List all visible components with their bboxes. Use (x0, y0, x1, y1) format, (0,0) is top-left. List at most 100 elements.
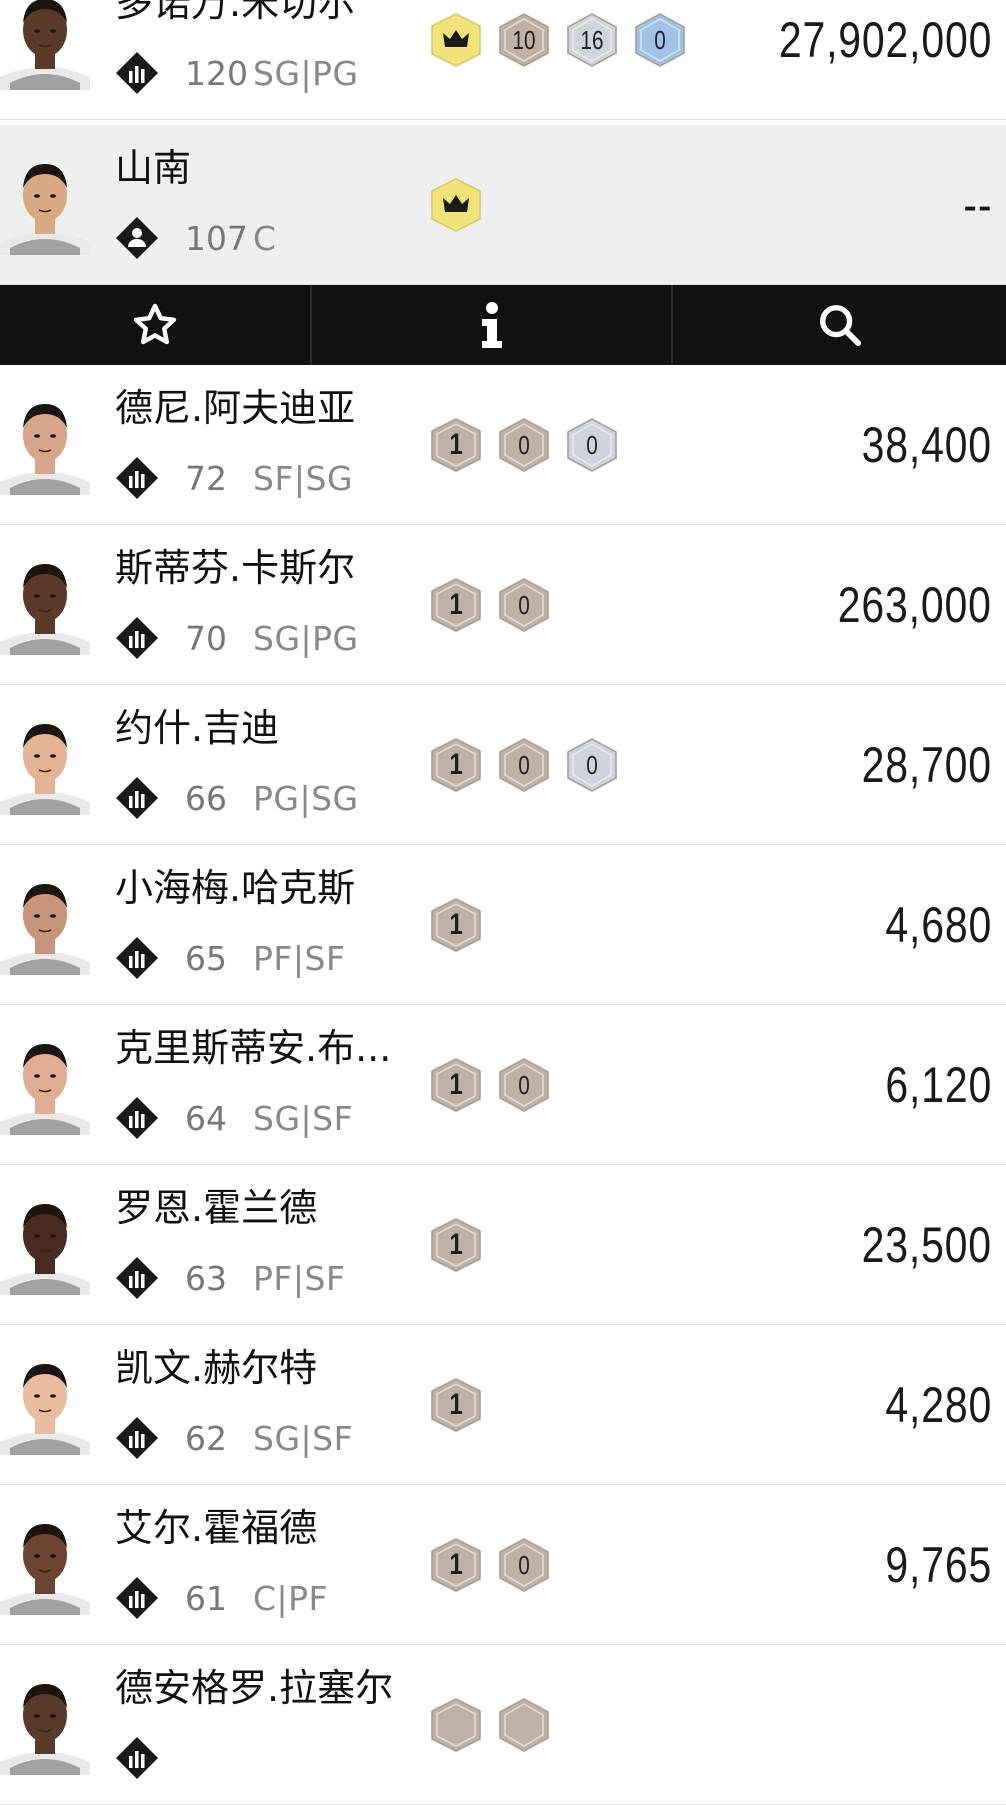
player-overall: 63 (185, 1258, 227, 1298)
bar-chart-icon (116, 1577, 158, 1619)
player-avatar (0, 870, 90, 975)
bar-chart-icon (116, 1097, 158, 1139)
player-avatar (0, 1030, 90, 1135)
player-price: 4,280 (885, 1376, 992, 1433)
player-name: 凯文.赫尔特 (115, 1346, 318, 1390)
player-row[interactable]: 德安格罗.拉塞尔 (0, 1645, 1006, 1805)
person-icon (116, 217, 158, 259)
bronze-badge: 0 (496, 577, 552, 633)
player-row[interactable]: 斯蒂芬.卡斯尔 70 SG|PG 1 0 263,000 (0, 525, 1006, 685)
player-row[interactable]: 德尼.阿夫迪亚 72 SF|SG 1 0 0 38,400 (0, 365, 1006, 525)
player-row[interactable]: 山南 107 C -- (0, 125, 1006, 285)
bar-chart-icon (116, 937, 158, 979)
player-meta: 70 SG|PG (115, 613, 359, 663)
player-position: SG|PG (253, 618, 359, 658)
badge-group (428, 177, 496, 233)
player-position: C (253, 218, 277, 258)
player-meta: 107 C (115, 213, 277, 263)
silver-badge: 16 (564, 12, 620, 68)
player-price: 23,500 (861, 1216, 992, 1273)
tier1-badge: 1 (428, 897, 484, 953)
action-toolbar (0, 285, 1006, 365)
player-overall: 65 (185, 938, 227, 978)
search-button[interactable] (673, 285, 1006, 365)
player-meta: 63 PF|SF (115, 1253, 345, 1303)
player-meta: 65 PF|SF (115, 933, 345, 983)
player-price: 263,000 (838, 576, 992, 633)
player-name: 德安格罗.拉塞尔 (115, 1666, 394, 1710)
player-overall: 64 (185, 1098, 227, 1138)
player-overall: 70 (185, 618, 227, 658)
player-position: PF|SF (253, 938, 346, 978)
bar-chart-icon (116, 1417, 158, 1459)
player-name: 斯蒂芬.卡斯尔 (115, 546, 356, 590)
player-position: PF|SF (253, 1258, 346, 1298)
player-row[interactable]: 多诺万.米切尔 120 SG|PG 10 16 0 27,902,000 (0, 0, 1006, 120)
tier1-badge: 1 (428, 737, 484, 793)
player-meta: 120 SG|PG (115, 48, 359, 98)
bronze-badge: 0 (496, 1537, 552, 1593)
player-price: 6,120 (885, 1056, 992, 1113)
favorite-button[interactable] (0, 285, 312, 365)
tier1-badge: 1 (428, 577, 484, 633)
tier1-badge: 1 (428, 1057, 484, 1113)
info-icon (481, 302, 502, 348)
player-overall: 62 (185, 1418, 227, 1458)
bronze-badge: 0 (496, 1057, 552, 1113)
player-avatar (0, 1190, 90, 1295)
player-avatar (0, 1510, 90, 1615)
bronze-badge (496, 1697, 552, 1753)
badge-group (428, 1697, 564, 1753)
player-name: 约什.吉迪 (115, 706, 280, 750)
player-name: 德尼.阿夫迪亚 (115, 386, 356, 430)
player-meta: 66 PG|SG (115, 773, 359, 823)
player-row[interactable]: 凯文.赫尔特 62 SG|SF 1 4,280 (0, 1325, 1006, 1485)
player-name: 克里斯蒂安.布... (115, 1026, 392, 1070)
bar-chart-icon (116, 617, 158, 659)
player-price: 28,700 (861, 736, 992, 793)
blue-badge: 0 (632, 12, 688, 68)
player-position: PG|SG (253, 778, 359, 818)
player-meta: 64 SG|SF (115, 1093, 353, 1143)
bar-chart-icon (116, 777, 158, 819)
badge-group: 10 16 0 (428, 12, 700, 68)
player-row[interactable]: 约什.吉迪 66 PG|SG 1 0 0 28,700 (0, 685, 1006, 845)
info-button[interactable] (312, 285, 673, 365)
player-meta: 72 SF|SG (115, 453, 353, 503)
player-row[interactable]: 罗恩.霍兰德 63 PF|SF 1 23,500 (0, 1165, 1006, 1325)
player-meta: 62 SG|SF (115, 1413, 353, 1463)
bar-chart-icon (116, 457, 158, 499)
player-meta: 61 C|PF (115, 1573, 328, 1623)
tier1-badge: 1 (428, 1377, 484, 1433)
player-name: 多诺万.米切尔 (115, 0, 356, 25)
player-overall: 72 (185, 458, 227, 498)
badge-group: 1 (428, 1217, 496, 1273)
bar-chart-icon (116, 1257, 158, 1299)
player-overall: 120 (185, 53, 248, 93)
player-overall: 61 (185, 1578, 227, 1618)
player-meta (115, 1733, 253, 1783)
player-price: 27,902,000 (778, 11, 992, 68)
badge-group: 1 0 (428, 1057, 564, 1113)
badge-group: 1 0 0 (428, 737, 632, 793)
player-name: 山南 (115, 146, 192, 190)
bar-chart-icon (116, 52, 158, 94)
player-row[interactable]: 艾尔.霍福德 61 C|PF 1 0 9,765 (0, 1485, 1006, 1645)
player-avatar (0, 550, 90, 655)
player-overall: 66 (185, 778, 227, 818)
silver-badge: 0 (564, 417, 620, 473)
badge-group: 1 0 (428, 1537, 564, 1593)
badge-group: 1 (428, 1377, 496, 1433)
player-row[interactable]: 小海梅.哈克斯 65 PF|SF 1 4,680 (0, 845, 1006, 1005)
player-position: SG|SF (253, 1098, 354, 1138)
crown-badge-icon (428, 177, 484, 233)
player-avatar (0, 0, 90, 90)
player-row[interactable]: 克里斯蒂安.布... 64 SG|SF 1 0 6,120 (0, 1005, 1006, 1165)
player-avatar (0, 1670, 90, 1775)
player-price: -- (963, 176, 992, 233)
player-name: 小海梅.哈克斯 (115, 866, 356, 910)
tier1-badge: 1 (428, 1537, 484, 1593)
player-overall: 107 (185, 218, 248, 258)
player-price: 38,400 (861, 416, 992, 473)
player-position: SG|SF (253, 1418, 354, 1458)
